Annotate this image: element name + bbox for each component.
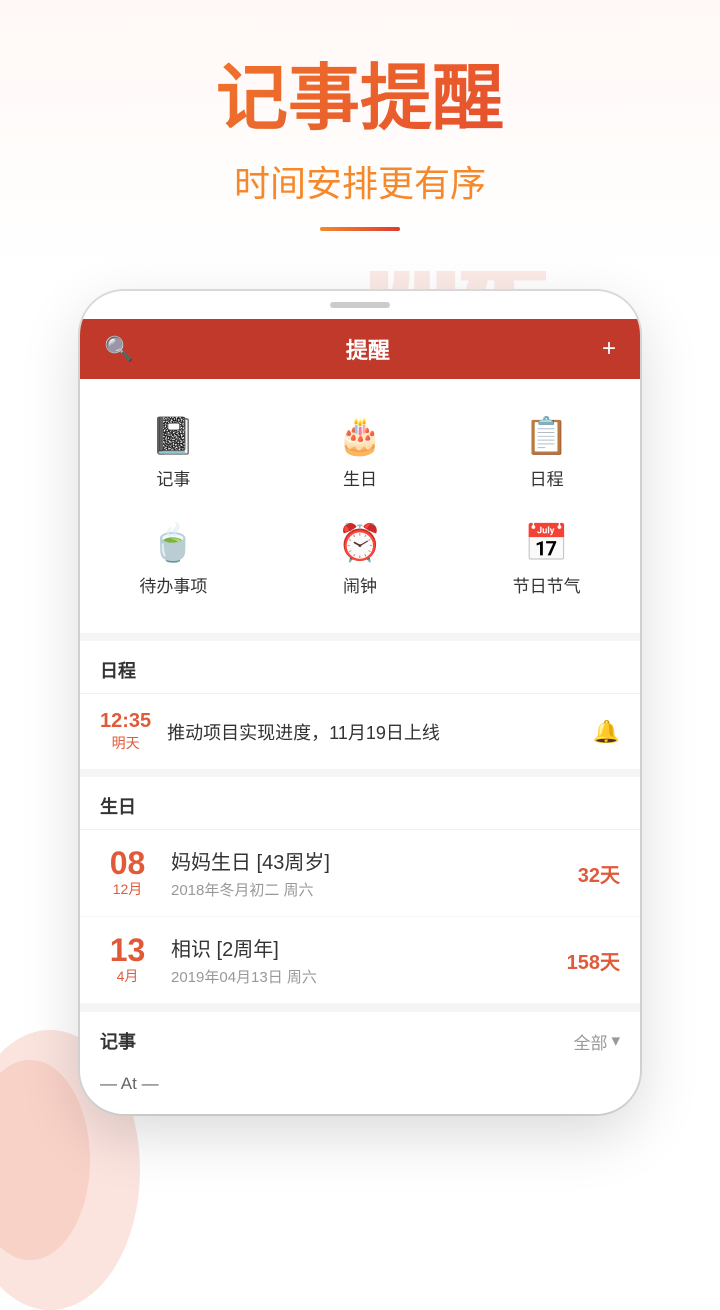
schedule-section-header: 日程: [80, 641, 640, 694]
header-title: 提醒: [346, 333, 390, 365]
notes-icon: 📓: [151, 415, 196, 457]
schedule-label: 日程: [530, 465, 564, 490]
birthday-date-detail-2: 2019年04月13日 周六: [171, 966, 567, 987]
birthday-icon: 🎂: [338, 415, 383, 457]
holiday-icon: 📅: [524, 522, 569, 564]
app-header: 🔍 提醒 +: [80, 319, 640, 379]
birthday-section: 生日 08 12月 妈妈生日 [43周岁] 2018年冬月初二 周六 32天 1…: [80, 777, 640, 1004]
grid-item-todo[interactable]: 🍵 待办事项: [80, 506, 267, 613]
days-left-1: 32天: [578, 859, 620, 888]
hero-title: 记事提醒: [0, 60, 720, 139]
schedule-time: 12:35: [100, 710, 151, 733]
notes-section-header: 记事 全部 ▾: [80, 1004, 640, 1064]
grid-item-schedule[interactable]: 📋 日程: [453, 399, 640, 506]
birthday-month-2: 4月: [100, 966, 155, 986]
grid-item-notes[interactable]: 📓 记事: [80, 399, 267, 506]
schedule-item[interactable]: 12:35 明天 推动项目实现进度，11月19日上线 🔔: [80, 694, 640, 777]
schedule-text: 推动项目实现进度，11月19日上线: [167, 719, 592, 745]
birthday-day-2: 13: [100, 934, 155, 966]
time-block: 12:35 明天: [100, 710, 151, 753]
alarm-icon: ⏰: [338, 522, 383, 564]
birthday-label: 生日: [343, 465, 377, 490]
todo-label: 待办事项: [139, 572, 207, 597]
schedule-icon: 📋: [524, 415, 569, 457]
chevron-down-icon: ▾: [611, 1031, 620, 1051]
phone-mockup: 🔍 提醒 + 📓 记事 🎂 生日 📋 日程 🍵 待办事项 ⏰: [80, 291, 640, 1114]
status-bar-dot: [330, 302, 390, 308]
birthday-day-1: 08: [100, 847, 155, 879]
birthday-item-2[interactable]: 13 4月 相识 [2周年] 2019年04月13日 周六 158天: [80, 917, 640, 1004]
status-bar: [80, 291, 640, 319]
birthday-item-1[interactable]: 08 12月 妈妈生日 [43周岁] 2018年冬月初二 周六 32天: [80, 830, 640, 917]
phone-wrapper: 🔍 提醒 + 📓 记事 🎂 生日 📋 日程 🍵 待办事项 ⏰: [0, 271, 720, 1114]
birthday-name-1: 妈妈生日 [43周岁]: [171, 846, 578, 875]
birthday-info-1: 妈妈生日 [43周岁] 2018年冬月初二 周六: [171, 846, 578, 900]
birthday-date-detail-1: 2018年冬月初二 周六: [171, 879, 578, 900]
holiday-label: 节日节气: [513, 572, 581, 597]
birthday-month-1: 12月: [100, 879, 155, 899]
birthday-info-2: 相识 [2周年] 2019年04月13日 周六: [171, 933, 567, 987]
todo-icon: 🍵: [151, 522, 196, 564]
days-left-2: 158天: [567, 946, 620, 975]
alarm-label: 闹钟: [343, 572, 377, 597]
app-grid: 📓 记事 🎂 生日 📋 日程 🍵 待办事项 ⏰ 闹钟 📅 节日节气: [80, 379, 640, 641]
birthday-date-block-2: 13 4月: [100, 934, 155, 986]
grid-item-birthday[interactable]: 🎂 生日: [267, 399, 454, 506]
notes-preview: — At —: [100, 1074, 620, 1094]
birthday-name-2: 相识 [2周年]: [171, 933, 567, 962]
notes-content: — At —: [80, 1064, 640, 1114]
hero-section: 记事提醒 时间安排更有序: [0, 0, 720, 271]
notes-title: 记事: [100, 1028, 136, 1054]
birthday-date-block-1: 08 12月: [100, 847, 155, 899]
hero-subtitle: 时间安排更有序: [0, 155, 720, 207]
notes-label: 记事: [156, 465, 190, 490]
grid-item-alarm[interactable]: ⏰ 闹钟: [267, 506, 454, 613]
search-icon[interactable]: 🔍: [104, 335, 134, 364]
add-button[interactable]: +: [602, 335, 616, 363]
birthday-section-header: 生日: [80, 777, 640, 830]
grid-item-holiday[interactable]: 📅 节日节气: [453, 506, 640, 613]
schedule-day: 明天: [100, 733, 151, 753]
notes-filter-button[interactable]: 全部 ▾: [573, 1029, 620, 1054]
hero-divider: [320, 227, 400, 231]
bell-icon: 🔔: [593, 719, 620, 745]
